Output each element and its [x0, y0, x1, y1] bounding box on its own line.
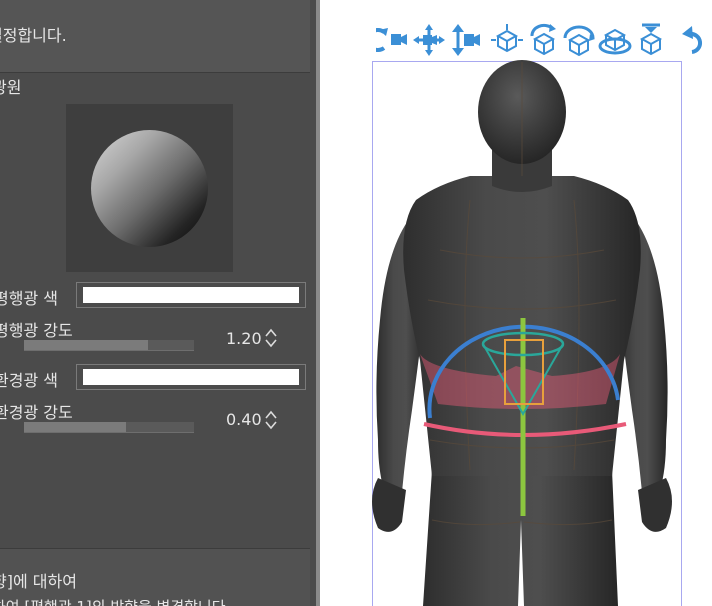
parallel-light-intensity-spinner-icon[interactable]: [264, 327, 278, 349]
parallel-light-intensity-fill: [24, 340, 149, 350]
3d-figure-scene: [372, 60, 672, 606]
parallel-light-color-swatch: [83, 287, 299, 303]
help-title: 향]에 대하여: [0, 572, 77, 591]
help-section: 향]에 대하여 하여 [평행광 1]의 방향을 변경합니다.: [0, 548, 310, 606]
ambient-light-color-label: 환경광 색: [0, 371, 58, 390]
parallel-light-color-field[interactable]: [76, 282, 306, 308]
parallel-light-intensity-label: 평행광 강도: [0, 321, 73, 340]
light-source-section-title: 광원: [0, 78, 22, 97]
header-description: 설정합니다.: [0, 26, 67, 45]
ambient-light-intensity-slider[interactable]: [24, 422, 194, 433]
tool-property-panel: 설정합니다. 광원 평행광 색 평행광 강도 1.20 환경광 색 환경광 강도…: [0, 0, 316, 606]
ambient-light-color-field[interactable]: [76, 364, 306, 390]
3d-viewport[interactable]: [320, 0, 712, 606]
ambient-light-intensity-value[interactable]: 0.40: [226, 410, 262, 429]
ambient-light-intensity-spinner-icon[interactable]: [264, 409, 278, 431]
parallel-light-color-label: 평행광 색: [0, 289, 58, 308]
ambient-light-color-swatch: [83, 369, 299, 385]
parallel-light-intensity-value[interactable]: 1.20: [226, 329, 262, 348]
light-sphere[interactable]: [91, 130, 208, 247]
ambient-light-intensity-label: 환경광 강도: [0, 403, 73, 422]
light-direction-preview[interactable]: [66, 104, 233, 272]
panel-header: 설정합니다.: [0, 0, 310, 73]
ambient-light-intensity-fill: [24, 422, 126, 432]
parallel-light-intensity-slider[interactable]: [24, 340, 194, 351]
help-body: 하여 [평행광 1]의 방향을 변경합니다.: [0, 596, 230, 606]
